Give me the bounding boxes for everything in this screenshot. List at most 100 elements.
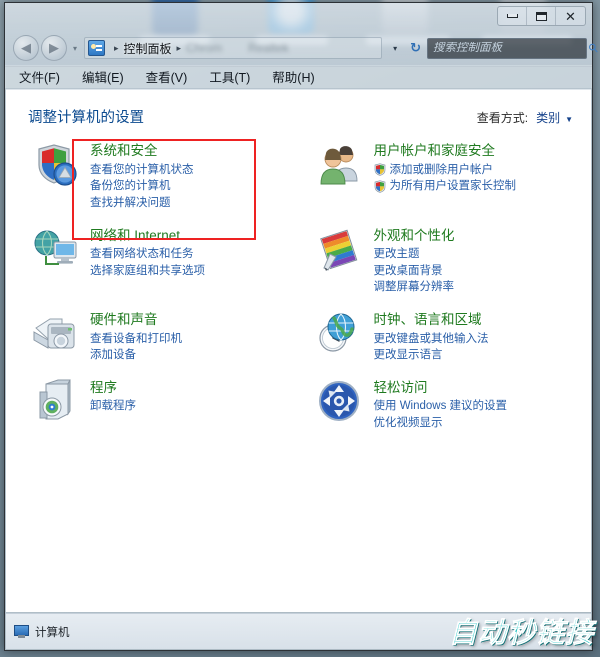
chevron-down-icon[interactable]: ▼ [565,115,573,124]
category-link[interactable]: 更改显示语言 [374,347,489,364]
status-bar-text: 计算机 [35,626,70,639]
search-input[interactable] [428,42,589,54]
category-link[interactable]: 添加设备 [90,347,182,364]
menu-bar: 文件(F) 编辑(E) 查看(V) 工具(T) 帮助(H) [5,65,592,89]
programs-icon [32,378,80,426]
close-button[interactable]: ✕ [556,7,585,25]
category-link[interactable]: 添加或删除用户帐户 [374,162,517,179]
menu-item-file[interactable]: 文件(F) [19,67,60,86]
watermark: 自动秒链接 [448,617,594,649]
refresh-button[interactable]: ↻ [404,40,427,56]
breadcrumb-separator: ▸ [114,42,119,53]
maximize-icon [535,11,547,21]
content-header: 调整计算机的设置 查看方式: 类别 ▼ [6,90,591,127]
category-link[interactable]: 查看设备和打印机 [90,331,182,348]
title-bar: ✕ [5,3,592,31]
breadcrumb-ghost-2: Realtek [248,41,289,55]
category-link[interactable]: 更改桌面背景 [374,263,455,280]
breadcrumb-ghost-1: Chrom [186,41,223,55]
category-link-label: 更改主题 [373,248,420,261]
clock-globe-icon [316,310,364,358]
forward-arrow-icon: ▶ [49,40,59,55]
minimize-icon [506,14,518,18]
breadcrumb-separator: ▸ [176,42,182,53]
category-ease-of-access[interactable]: 轻松访问 使用 Windows 建议的设置 优化视频显示 [302,374,582,442]
category-body: 用户帐户和家庭安全 添加或删除用户帐户 为所有用户设置家长控制 [374,141,517,212]
category-link[interactable]: 更改主题 [374,246,455,263]
category-link[interactable]: 为所有用户设置家长控制 [374,178,517,195]
back-button[interactable]: ◀ [13,35,39,61]
shield-icon [32,141,80,189]
category-link[interactable]: 查看网络状态和任务 [90,246,205,263]
control-panel-window: ✕ ◀ ▶ ▾ ▸ 控制面板 ▸ Chrom Realtek ▾ ↻ 搜索控制面… [4,2,600,651]
category-title[interactable]: 轻松访问 [374,380,508,396]
forward-button[interactable]: ▶ [41,35,67,61]
view-by-value[interactable]: 类别 [536,109,560,126]
printer-icon [32,310,80,358]
category-hardware-and-sound[interactable]: 硬件和声音 查看设备和打印机 添加设备 [18,306,298,374]
category-link[interactable]: 查看您的计算机状态 [90,162,194,179]
minimize-button[interactable] [498,7,527,25]
category-link[interactable]: 选择家庭组和共享选项 [90,263,205,280]
category-system-and-security[interactable]: 系统和安全 查看您的计算机状态 备份您的计算机 查找并解决问题 [18,137,298,222]
category-body: 硬件和声音 查看设备和打印机 添加设备 [90,310,182,364]
category-link[interactable]: 查找并解决问题 [90,195,194,212]
category-link-label: 备份您的计算机 [90,180,171,193]
category-body: 轻松访问 使用 Windows 建议的设置 优化视频显示 [374,378,508,432]
category-link[interactable]: 卸载程序 [90,398,136,415]
category-link-label: 查找并解决问题 [90,196,171,209]
category-link-label: 添加设备 [90,349,136,362]
category-user-accounts-and-family-safety[interactable]: 用户帐户和家庭安全 添加或删除用户帐户 为所有用户设置家长控制 [302,137,582,222]
category-title[interactable]: 系统和安全 [90,143,194,159]
menu-item-edit[interactable]: 编辑(E) [82,67,124,86]
menu-item-help[interactable]: 帮助(H) [272,67,314,86]
category-link-label: 选择家庭组和共享选项 [90,264,205,277]
refresh-icon: ↻ [410,40,421,55]
computer-icon [14,625,29,638]
close-icon: ✕ [565,8,576,24]
ease-of-access-icon [316,378,364,426]
category-link-label: 更改键盘或其他输入法 [373,332,489,345]
category-link-label: 优化视频显示 [373,417,443,430]
category-network-and-internet[interactable]: 网络和 Internet 查看网络状态和任务 选择家庭组和共享选项 [18,222,298,307]
category-programs[interactable]: 程序 卸载程序 [18,374,298,442]
category-link-label: 为所有用户设置家长控制 [389,180,517,193]
category-link-label: 调整屏幕分辨率 [373,281,455,294]
category-link[interactable]: 备份您的计算机 [90,178,194,195]
category-link-label: 查看网络状态和任务 [90,248,194,261]
menu-item-view[interactable]: 查看(V) [146,67,188,86]
category-title[interactable]: 外观和个性化 [374,228,455,244]
breadcrumb[interactable]: ▸ 控制面板 ▸ Chrom Realtek [84,37,383,59]
category-link[interactable]: 更改键盘或其他输入法 [374,331,489,348]
back-arrow-icon: ◀ [21,40,31,55]
category-title[interactable]: 硬件和声音 [90,312,182,328]
category-appearance-and-personalization[interactable]: 外观和个性化 更改主题 更改桌面背景 调整屏幕分辨率 [302,222,582,307]
control-panel-icon [88,40,105,56]
category-link[interactable]: 优化视频显示 [374,415,508,432]
category-body: 外观和个性化 更改主题 更改桌面背景 调整屏幕分辨率 [374,226,455,297]
category-link-label: 使用 Windows 建议的设置 [373,400,508,413]
window-controls: ✕ [497,6,586,26]
category-title[interactable]: 用户帐户和家庭安全 [374,143,517,159]
breadcrumb-item-control-panel[interactable]: 控制面板 [124,40,172,57]
category-clock-language-and-region[interactable]: 时钟、语言和区域 更改键盘或其他输入法 更改显示语言 [302,306,582,374]
category-link-label: 查看您的计算机状态 [90,163,194,176]
page-title: 调整计算机的设置 [28,110,144,126]
uac-shield-icon [374,180,386,193]
category-link-label: 卸载程序 [90,400,136,413]
category-link[interactable]: 调整屏幕分辨率 [374,279,455,296]
address-history-button[interactable]: ▾ [386,44,404,53]
maximize-button[interactable] [527,7,556,25]
menu-item-tools[interactable]: 工具(T) [209,67,250,86]
category-title[interactable]: 时钟、语言和区域 [374,312,489,328]
category-link[interactable]: 使用 Windows 建议的设置 [374,398,508,415]
category-link-label: 更改显示语言 [373,349,443,362]
category-title[interactable]: 网络和 Internet [90,228,205,244]
control-panel-content: 调整计算机的设置 查看方式: 类别 ▼ 系统和安全 查看您的计算机状态 备份您的… [6,89,591,612]
category-body: 程序 卸载程序 [90,378,136,432]
category-link-label: 更改桌面背景 [373,264,443,277]
category-title[interactable]: 程序 [90,380,136,396]
recent-pages-button[interactable]: ▾ [69,44,81,53]
search-box[interactable]: ⚲ [427,37,600,59]
view-by-control[interactable]: 查看方式: 类别 ▼ [477,109,573,126]
